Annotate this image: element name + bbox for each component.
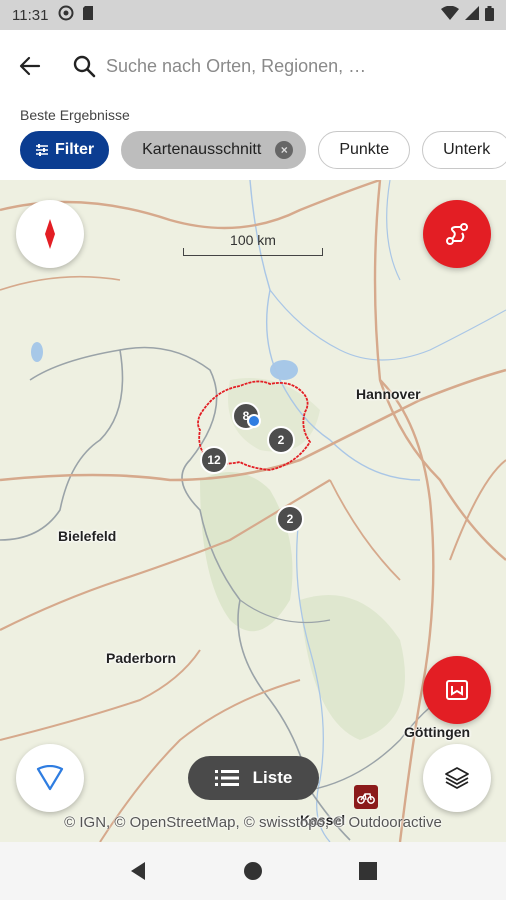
list-button[interactable]: Liste [188, 756, 319, 800]
filter-chip[interactable]: Filter [20, 131, 110, 169]
map-section-chip-label: Kartenausschnitt [142, 141, 262, 158]
map-section-chip[interactable]: Kartenausschnitt × [121, 131, 307, 169]
user-location-dot [247, 414, 261, 428]
city-label-paderborn: Paderborn [106, 650, 177, 666]
signal-icon [465, 6, 479, 24]
city-label-hannover: Hannover [356, 386, 421, 402]
map-attribution[interactable]: © IGN, © OpenStreetMap, © swisstopo, © O… [0, 814, 506, 831]
battery-icon [485, 5, 494, 25]
map-layers-button[interactable] [423, 744, 491, 812]
filter-icon [35, 143, 49, 157]
map-view[interactable]: 100 km Hannover Bielefeld Paderborn Gött… [0, 180, 506, 842]
search-bar[interactable] [72, 48, 492, 84]
view-cone-icon [36, 765, 64, 791]
view-direction-button[interactable] [16, 744, 84, 812]
map-base-layer [0, 180, 506, 842]
list-icon [214, 770, 239, 786]
sync-icon [58, 5, 74, 25]
city-label-bielefeld: Bielefeld [58, 528, 117, 544]
search-header: Beste Ergebnisse Filter Kartenausschnitt… [0, 30, 506, 180]
compass-button[interactable] [16, 200, 84, 268]
accommodation-chip[interactable]: Unterk [422, 131, 506, 169]
city-label-goettingen: Göttingen [404, 724, 471, 740]
nav-back-button[interactable] [118, 851, 158, 891]
status-bar: 11:31 [0, 0, 506, 30]
bike-poi-marker[interactable] [354, 785, 378, 809]
nav-recents-button[interactable] [348, 851, 388, 891]
arrow-left-icon [19, 56, 41, 76]
status-time: 11:31 [12, 6, 49, 24]
compass-icon [45, 219, 55, 249]
nav-home-button[interactable] [233, 851, 273, 891]
section-label: Beste Ergebnisse [20, 107, 130, 123]
points-chip-label: Punkte [339, 141, 390, 158]
search-input[interactable] [106, 55, 406, 77]
scale-label: 100 km [230, 232, 276, 248]
sd-card-icon [82, 5, 94, 25]
list-button-label: Liste [252, 768, 293, 787]
layers-icon [445, 767, 469, 789]
cluster-marker[interactable]: 2 [276, 505, 304, 533]
cluster-marker[interactable]: 2 [267, 426, 295, 454]
wifi-icon [441, 5, 459, 24]
clear-chip-icon[interactable]: × [275, 141, 294, 159]
filter-chip-label: Filter [55, 141, 95, 158]
scale-bar: 100 km [183, 232, 323, 256]
accommodation-chip-label: Unterk [443, 141, 491, 158]
bicycle-icon [357, 793, 375, 804]
chip-row: Filter Kartenausschnitt × Punkte Unterk [20, 131, 506, 169]
route-icon [446, 223, 468, 245]
search-icon [73, 55, 96, 78]
nav-recents-icon [359, 862, 378, 880]
nav-back-icon [130, 862, 145, 880]
route-planner-button[interactable] [423, 200, 491, 268]
system-nav-bar [0, 842, 506, 900]
points-chip[interactable]: Punkte [318, 131, 411, 169]
map-book-icon [446, 680, 468, 700]
cluster-marker[interactable]: 12 [200, 446, 228, 474]
nav-home-icon [243, 862, 262, 880]
guide-button[interactable] [423, 656, 491, 724]
back-button[interactable] [14, 50, 46, 82]
